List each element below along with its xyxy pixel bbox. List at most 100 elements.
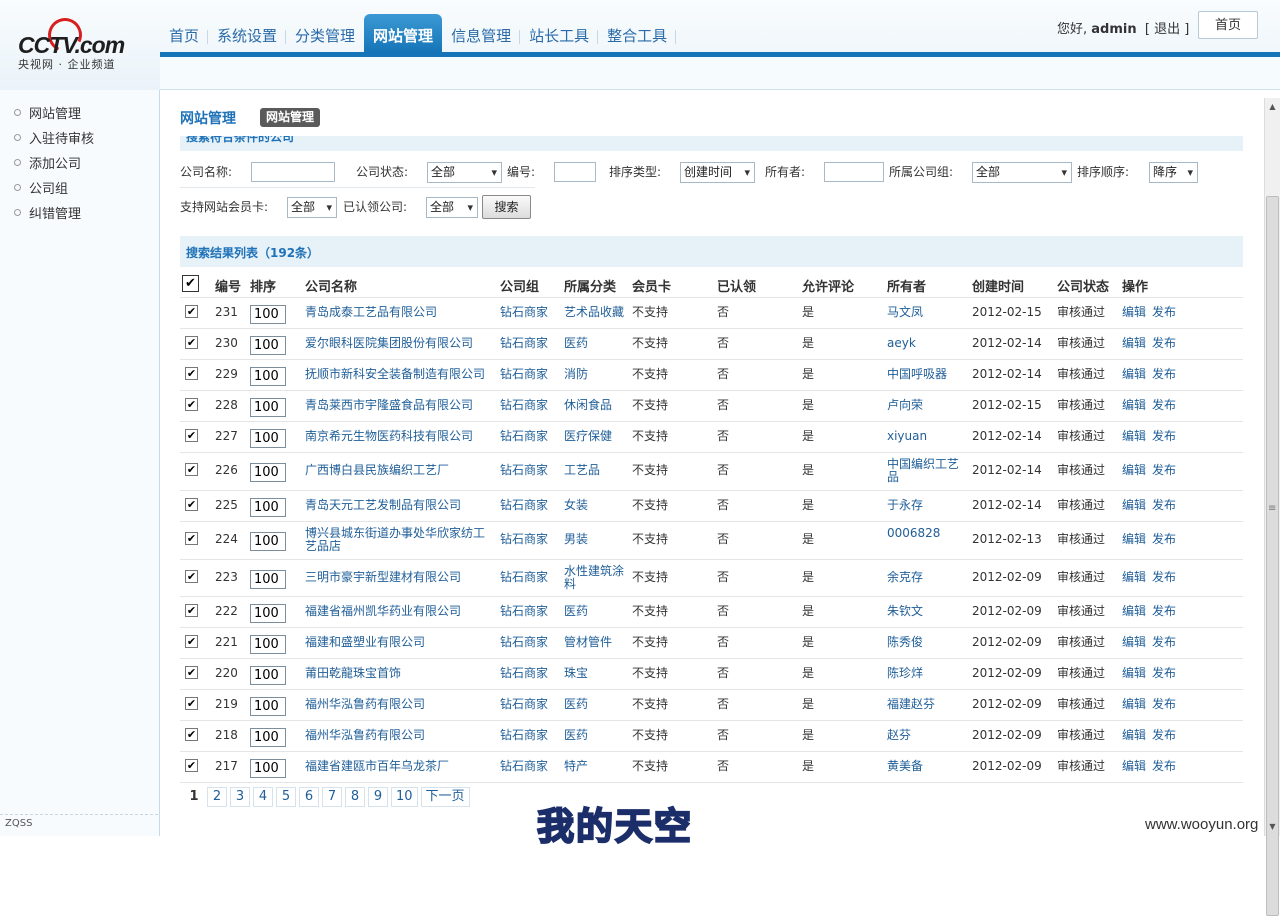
publish-link[interactable]: 发布 [1152,604,1176,618]
publish-link[interactable]: 发布 [1152,728,1176,742]
edit-link[interactable]: 编辑 [1122,398,1146,412]
logout-link[interactable]: [ 退出 ] [1145,22,1189,37]
cell-category[interactable]: 休闲食品 [564,398,630,412]
cell-company-group[interactable]: 钻石商家 [500,759,548,773]
cell-company-group[interactable]: 钻石商家 [500,398,548,412]
company-status-select[interactable]: 全部 [427,162,502,183]
edit-link[interactable]: 编辑 [1122,570,1146,584]
publish-link[interactable]: 发布 [1152,498,1176,512]
col-company-status[interactable]: 公司状态 [1057,276,1109,295]
cell-category[interactable]: 管材管件 [564,635,630,649]
cell-category[interactable]: 消防 [564,367,630,381]
vertical-scrollbar[interactable]: ▲ ≡ ▼ [1264,98,1280,916]
sort-input[interactable]: 100 [250,463,286,482]
row-checkbox[interactable]: ✔ [185,696,198,710]
nav-tab-site-management[interactable]: 网站管理 [364,14,443,54]
sort-input[interactable]: 100 [250,634,286,654]
cell-company-group[interactable]: 钻石商家 [500,635,548,649]
publish-link[interactable]: 发布 [1152,367,1176,381]
select-all-checkbox[interactable]: ✔ [182,275,199,292]
cell-owner[interactable]: 朱钦文 [887,604,965,618]
cell-category[interactable]: 医药 [564,336,630,350]
cell-owner[interactable]: 陈珍烊 [887,666,965,680]
next-page-link[interactable]: 下一页 [420,787,470,807]
publish-link[interactable]: 发布 [1152,305,1176,319]
row-checkbox[interactable]: ✔ [185,497,198,511]
row-checkbox[interactable]: ✔ [185,758,198,772]
cell-company-name[interactable]: 抚顺市新科安全装备制造有限公司 [305,367,490,381]
nav-tab-info-management[interactable]: 信息管理 [442,14,521,54]
page-link[interactable]: 1 [184,787,204,807]
sidebar-item-pending-review[interactable]: 入驻待审核 [14,128,94,147]
row-checkbox[interactable]: ✔ [185,569,198,583]
row-checkbox[interactable]: ✔ [185,634,198,648]
col-company-name[interactable]: 公司名称 [305,276,357,295]
member-card-select[interactable]: 全部 [287,197,337,218]
sort-input[interactable]: 100 [250,758,286,778]
edit-link[interactable]: 编辑 [1122,604,1146,618]
row-checkbox[interactable]: ✔ [185,335,198,349]
publish-link[interactable]: 发布 [1152,759,1176,773]
edit-link[interactable]: 编辑 [1122,464,1146,477]
cell-category[interactable]: 特产 [564,759,630,773]
cell-owner[interactable]: xiyuan [887,429,965,443]
row-checkbox[interactable]: ✔ [185,727,198,741]
col-category[interactable]: 所属分类 [564,276,616,295]
cell-company-name[interactable]: 爱尔眼科医院集团股份有限公司 [305,336,490,350]
cell-owner[interactable]: 卢向荣 [887,398,965,412]
cell-category[interactable]: 水性建筑涂料 [564,564,630,591]
nav-tab-system-settings[interactable]: 系统设置 [208,14,287,54]
sort-order-select[interactable]: 降序 [1149,162,1198,183]
cell-owner[interactable]: aeyk [887,336,965,350]
sort-input[interactable]: 100 [250,696,286,716]
cell-owner[interactable]: 赵芬 [887,728,965,742]
sort-input[interactable]: 100 [250,569,286,589]
company-name-input[interactable] [251,162,335,182]
row-checkbox[interactable]: ✔ [185,532,198,545]
cell-owner[interactable]: 中国编织工艺品 [887,458,965,484]
sort-input[interactable]: 100 [250,665,286,685]
col-company-group[interactable]: 公司组 [500,276,539,295]
nav-tab-integration-tools[interactable]: 整合工具 [598,14,677,54]
cell-company-group[interactable]: 钻石商家 [500,533,548,546]
home-button[interactable]: 首页 [1198,11,1258,39]
publish-link[interactable]: 发布 [1152,666,1176,680]
sort-input[interactable]: 100 [250,366,286,386]
publish-link[interactable]: 发布 [1152,336,1176,350]
edit-link[interactable]: 编辑 [1122,666,1146,680]
scroll-down-arrow-icon[interactable]: ▼ [1265,818,1280,835]
search-button[interactable]: 搜索 [482,195,531,219]
cell-company-name[interactable]: 南京希元生物医药科技有限公司 [305,429,490,443]
sort-input[interactable]: 100 [250,497,286,517]
cell-owner[interactable]: 于永存 [887,498,965,512]
sort-input[interactable]: 100 [250,428,286,448]
publish-link[interactable]: 发布 [1152,697,1176,711]
publish-link[interactable]: 发布 [1152,635,1176,649]
cell-owner[interactable]: 马文凤 [887,305,965,319]
cell-company-name[interactable]: 福建省建瓯市百年乌龙茶厂 [305,759,490,773]
edit-link[interactable]: 编辑 [1122,498,1146,512]
cell-company-group[interactable]: 钻石商家 [500,305,548,319]
sort-input[interactable]: 100 [250,304,286,324]
col-claimed[interactable]: 已认领 [717,276,756,295]
cell-company-name[interactable]: 莆田乾龍珠宝首饰 [305,666,490,680]
col-member-card[interactable]: 会员卡 [632,276,671,295]
col-owner[interactable]: 所有者 [887,276,926,295]
cell-company-group[interactable]: 钻石商家 [500,697,548,711]
page-link[interactable]: 2 [207,787,227,807]
cell-company-group[interactable]: 钻石商家 [500,336,548,350]
edit-link[interactable]: 编辑 [1122,533,1146,546]
row-checkbox[interactable]: ✔ [185,366,198,380]
row-checkbox[interactable]: ✔ [185,304,198,318]
cell-owner[interactable]: 黄美备 [887,759,965,773]
nav-tab-webmaster-tools[interactable]: 站长工具 [520,14,599,54]
cell-owner[interactable]: 0006828 [887,527,965,540]
cell-company-group[interactable]: 钻石商家 [500,570,548,584]
scroll-thumb[interactable] [1266,196,1279,916]
publish-link[interactable]: 发布 [1152,398,1176,412]
edit-link[interactable]: 编辑 [1122,305,1146,319]
page-link[interactable]: 8 [345,787,365,807]
cell-company-name[interactable]: 青岛天元工艺发制品有限公司 [305,498,490,512]
edit-link[interactable]: 编辑 [1122,367,1146,381]
edit-link[interactable]: 编辑 [1122,759,1146,773]
